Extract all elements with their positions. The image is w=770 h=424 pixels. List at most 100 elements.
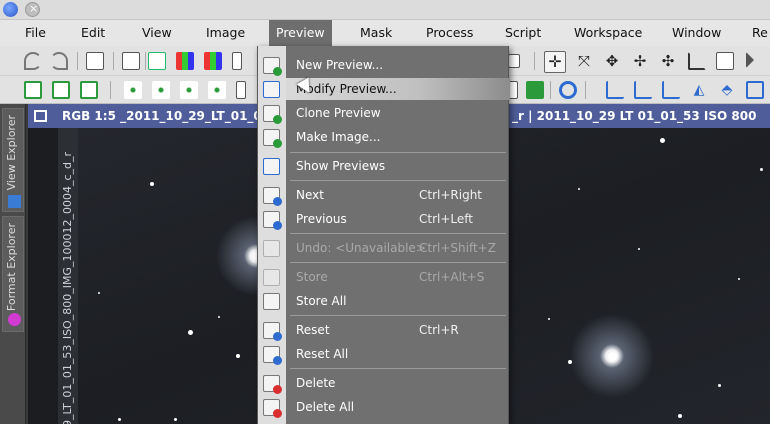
readout-icon[interactable] — [236, 81, 246, 99]
view-id-tab[interactable]: 29_LT_01_01_53_ISO_800_IMG_100012_0004_c… — [58, 128, 78, 424]
dock-tab-format-explorer[interactable]: Format Explorer — [2, 216, 24, 332]
title-bar: × — [0, 0, 770, 20]
menu-view[interactable]: View — [135, 20, 179, 46]
add-preview-icon[interactable] — [148, 52, 166, 70]
undo-icon[interactable] — [24, 52, 42, 70]
menu-separator — [290, 315, 506, 316]
shortcut-reset: Ctrl+R — [419, 323, 459, 337]
preview-menu: New Preview... Modify Preview... Clone P… — [257, 46, 510, 424]
star-detect-icon[interactable] — [124, 81, 142, 99]
menu-item-delete[interactable]: Delete — [286, 372, 510, 394]
star-align-icon[interactable] — [152, 81, 170, 99]
menu-item-store-all[interactable]: Store All — [286, 290, 510, 312]
show-previews-icon — [263, 158, 280, 175]
star — [218, 316, 220, 318]
new-image-icon[interactable] — [86, 52, 104, 70]
star — [236, 354, 240, 358]
menu-workspace[interactable]: Workspace — [567, 20, 649, 46]
menu-item-new-preview[interactable]: New Preview... — [286, 54, 510, 76]
crop-icon[interactable] — [746, 81, 764, 99]
store-icon — [263, 269, 280, 286]
rotate-right-icon[interactable] — [634, 81, 652, 99]
channel-selector-icon[interactable] — [204, 52, 222, 70]
shortcut-store: Ctrl+Alt+S — [419, 270, 485, 284]
menu-separator — [290, 262, 506, 263]
image-title-text: RGB 1:5 _2011_10_29_LT_01_0 — [62, 109, 262, 123]
dock-tab-view-explorer[interactable]: View Explorer — [2, 108, 24, 212]
zoom-icon[interactable] — [232, 52, 242, 70]
menu-item-show-previews[interactable]: Show Previews — [286, 155, 510, 177]
app-logo-icon — [3, 2, 18, 17]
process-icon-1[interactable] — [24, 81, 42, 99]
menu-separator — [290, 368, 506, 369]
star — [760, 168, 763, 171]
menu-window[interactable]: Window — [665, 20, 728, 46]
menu-item-delete-all[interactable]: Delete All — [286, 396, 510, 418]
menu-preview[interactable]: Preview — [269, 20, 332, 46]
ring-icon[interactable] — [559, 81, 577, 99]
menu-icon-gutter — [258, 46, 286, 424]
menu-bar: File Edit View Image Preview Mask Proces… — [0, 20, 770, 46]
star — [738, 278, 740, 280]
star — [174, 418, 177, 421]
toolbar-separator — [113, 52, 114, 70]
close-window-icon[interactable]: × — [25, 2, 40, 17]
toolbar-separator — [550, 81, 551, 99]
menu-item-clone-preview[interactable]: Clone Preview — [286, 102, 510, 124]
star — [660, 138, 665, 143]
menu-edit[interactable]: Edit — [74, 20, 112, 46]
green-page-icon[interactable] — [526, 81, 544, 99]
menu-item-reset-all[interactable]: Reset All — [286, 343, 510, 365]
menu-item-modify-preview[interactable]: Modify Preview... — [286, 78, 510, 100]
integration-icon[interactable] — [180, 81, 198, 99]
window-icon[interactable] — [34, 110, 47, 122]
process-icon-2[interactable] — [52, 81, 70, 99]
view-id-label: 29_LT_01_01_53_ISO_800_IMG_100012_0004_c… — [61, 152, 74, 424]
menu-file[interactable]: File — [18, 20, 53, 46]
menu-item-reset[interactable]: Reset Ctrl+R — [286, 319, 510, 341]
make-image-icon — [263, 129, 282, 148]
clone-preview-icon — [263, 105, 282, 124]
menu-script[interactable]: Script — [498, 20, 548, 46]
menu-separator — [290, 152, 506, 153]
menu-item-store[interactable]: Store Ctrl+Alt+S — [286, 266, 510, 288]
toolbar-separator — [110, 81, 111, 99]
rgb-channels-icon[interactable] — [176, 52, 194, 70]
menu-item-next[interactable]: Next Ctrl+Right — [286, 184, 510, 206]
star — [548, 318, 550, 320]
shortcut-next: Ctrl+Right — [419, 188, 483, 202]
calibration-icon[interactable] — [208, 81, 226, 99]
star — [98, 292, 100, 294]
redo-icon[interactable] — [50, 52, 68, 70]
star — [718, 384, 721, 387]
delete-icon — [263, 375, 282, 394]
menu-mask[interactable]: Mask — [353, 20, 399, 46]
new-window-icon[interactable] — [122, 52, 140, 70]
menu-image[interactable]: Image — [199, 20, 252, 46]
rotate-180-icon[interactable] — [662, 81, 680, 99]
format-explorer-icon — [8, 313, 21, 326]
page-icon[interactable] — [716, 52, 734, 70]
menu-process[interactable]: Process — [419, 20, 480, 46]
reset-icon — [263, 322, 282, 341]
crosshair-icon[interactable]: ✛ — [544, 51, 566, 73]
left-dock: View Explorer Format Explorer — [0, 104, 26, 424]
center-view-icon[interactable]: ✢ — [631, 52, 649, 70]
reset-all-icon — [263, 346, 282, 365]
menu-item-undo[interactable]: Undo: <Unavailable> Ctrl+Shift+Z — [286, 237, 510, 259]
new-preview-icon — [263, 57, 282, 76]
zoom-to-fit-icon[interactable]: ✥ — [603, 52, 621, 70]
process-icon-3[interactable] — [80, 81, 98, 99]
menu-resources[interactable]: Re — [745, 20, 770, 46]
menu-item-previous[interactable]: Previous Ctrl+Left — [286, 208, 510, 230]
star — [678, 414, 682, 418]
pointer-icon[interactable] — [746, 52, 754, 68]
menu-item-make-image[interactable]: Make Image... — [286, 126, 510, 148]
mirror-horizontal-icon[interactable]: ◭ — [690, 81, 708, 99]
toolbar-separator — [145, 52, 146, 70]
rotate-left-icon[interactable] — [606, 81, 624, 99]
pencil-icon[interactable] — [688, 52, 706, 70]
mirror-vertical-icon[interactable]: ⬘ — [718, 81, 736, 99]
fit-view-icon[interactable]: ⤧ — [575, 52, 593, 70]
pan-icon[interactable]: ✣ — [659, 52, 677, 70]
